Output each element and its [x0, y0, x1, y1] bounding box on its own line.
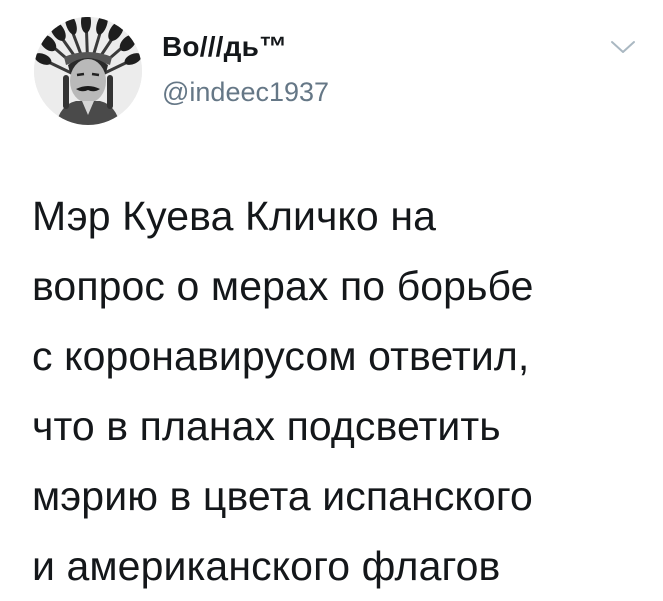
tweet-line: Мэр Куева Кличко на — [32, 193, 436, 239]
tweet-line: что в планах подсветить — [32, 403, 501, 449]
tweet-card: Во///дь™ @indeec1937 Мэр Куева Кличко на… — [0, 0, 663, 591]
user-handle[interactable]: @indeec1937 — [162, 77, 329, 108]
tweet-line: вопрос о мерах по борьбе — [32, 263, 534, 309]
chevron-down-icon — [611, 41, 635, 53]
tweet-line: с коронавирусом ответил, — [32, 333, 530, 379]
avatar[interactable] — [34, 17, 142, 125]
display-name[interactable]: Во///дь™ — [162, 31, 287, 63]
tweet-text: Мэр Куева Кличко на вопрос о мерах по бо… — [32, 181, 642, 601]
tweet-line: мэрию в цвета испанского — [32, 473, 533, 519]
headdress-portrait-icon — [34, 17, 142, 125]
tweet-menu-button[interactable] — [610, 38, 636, 56]
